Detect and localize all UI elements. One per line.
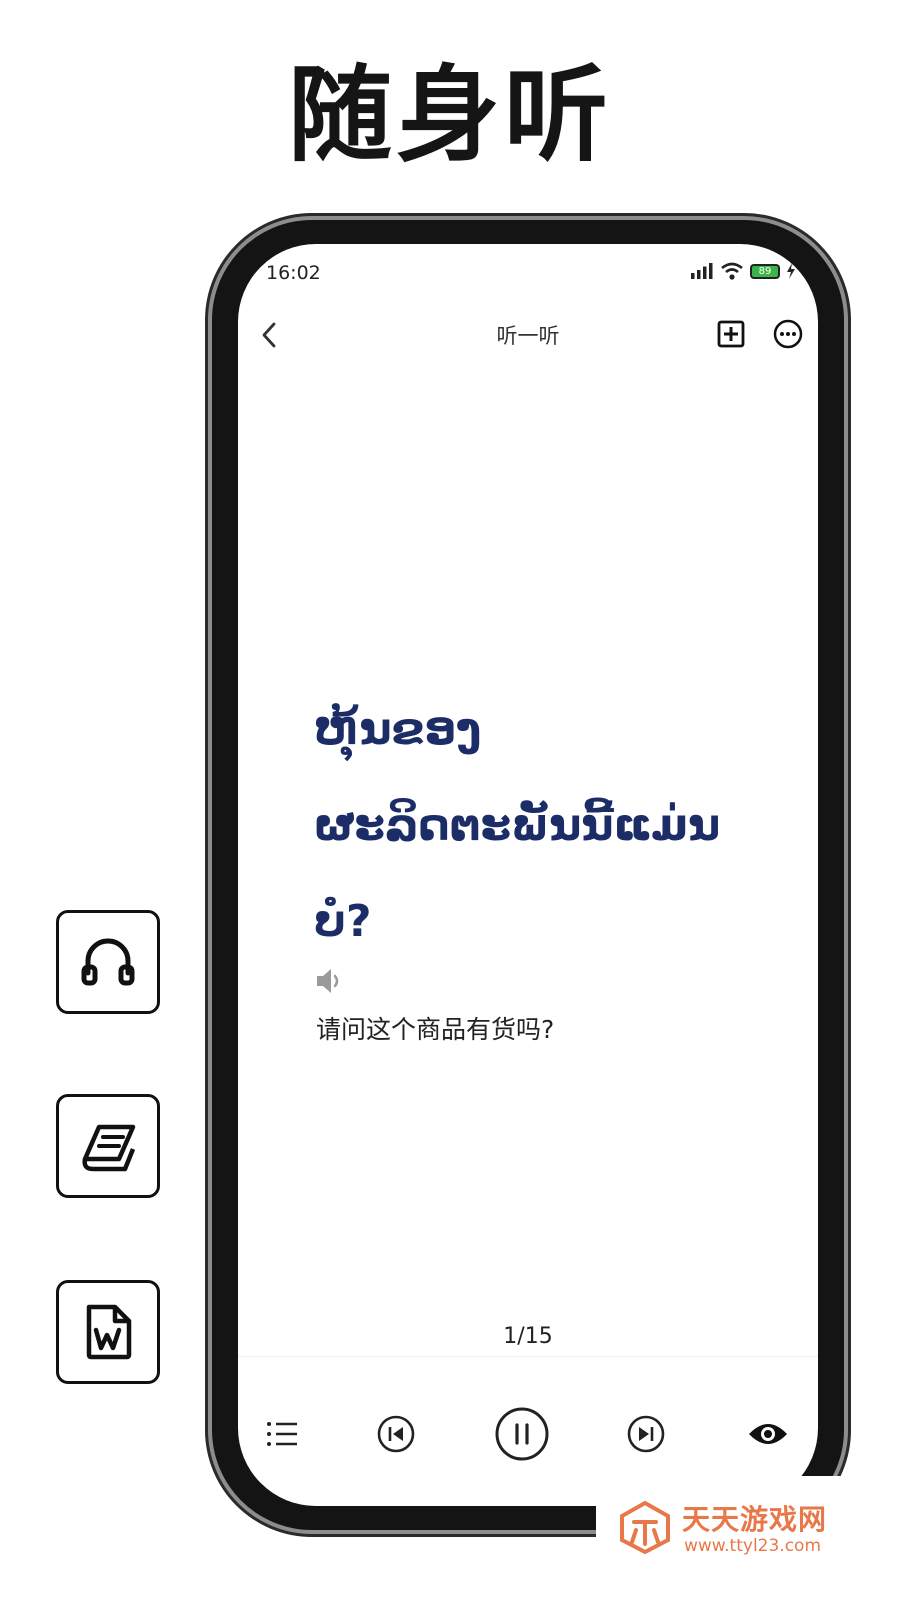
lao-line: ຜະລິດຕະພັນນີ້ແມ່ນ (314, 800, 721, 851)
watermark-name: 天天游戏网 (682, 1503, 828, 1536)
status-icons: 89 (690, 262, 796, 280)
previous-icon (377, 1415, 415, 1453)
battery-icon: 89 (750, 263, 780, 279)
pause-button[interactable] (494, 1406, 550, 1462)
wifi-icon (721, 262, 743, 280)
list-icon (267, 1422, 297, 1446)
phone-screen: 16:02 89 听一听 ຫຸ້ນຂອງ ຜະລິດຕະພັນນີ້ແມ່ນ ບ… (238, 244, 818, 1506)
show-text-toggle[interactable] (746, 1416, 790, 1452)
watermark: 天天游戏网 www.ttyl23.com (596, 1476, 900, 1600)
divider (238, 1356, 818, 1357)
charging-icon (787, 263, 795, 279)
plus-square-icon[interactable] (716, 319, 746, 349)
next-icon (627, 1415, 665, 1453)
previous-button[interactable] (376, 1414, 416, 1454)
pause-icon (495, 1407, 549, 1461)
book-tile[interactable] (56, 1094, 160, 1198)
headphones-icon (81, 938, 135, 986)
site-logo-icon (620, 1500, 670, 1554)
book-icon (82, 1124, 136, 1172)
headline-title: 随身听 (287, 54, 612, 176)
more-horizontal-icon[interactable] (772, 318, 804, 350)
status-time: 16:02 (266, 262, 321, 284)
player-controls (238, 1394, 818, 1474)
next-button[interactable] (626, 1414, 666, 1454)
page-counter: 1/15 (503, 1324, 553, 1349)
word-document-tile[interactable] (56, 1280, 160, 1384)
translation-text: 请问这个商品有货吗? (316, 1015, 555, 1044)
nav-bar: 听一听 (238, 310, 818, 360)
lao-line: ຫຸ້ນຂອງ (314, 704, 482, 755)
watermark-url: www.ttyl23.com (684, 1536, 822, 1556)
headphones-tile[interactable] (56, 910, 160, 1014)
lao-phrase: ຫຸ້ນຂອງ ຜະລິດຕະພັນນີ້ແມ່ນ ບໍ? (314, 682, 784, 970)
signal-icon (691, 263, 713, 279)
eye-icon (749, 1424, 787, 1444)
word-document-icon (86, 1304, 132, 1360)
lao-line: ບໍ? (314, 896, 372, 947)
playlist-button[interactable] (264, 1416, 300, 1452)
speaker-icon[interactable] (314, 966, 344, 996)
